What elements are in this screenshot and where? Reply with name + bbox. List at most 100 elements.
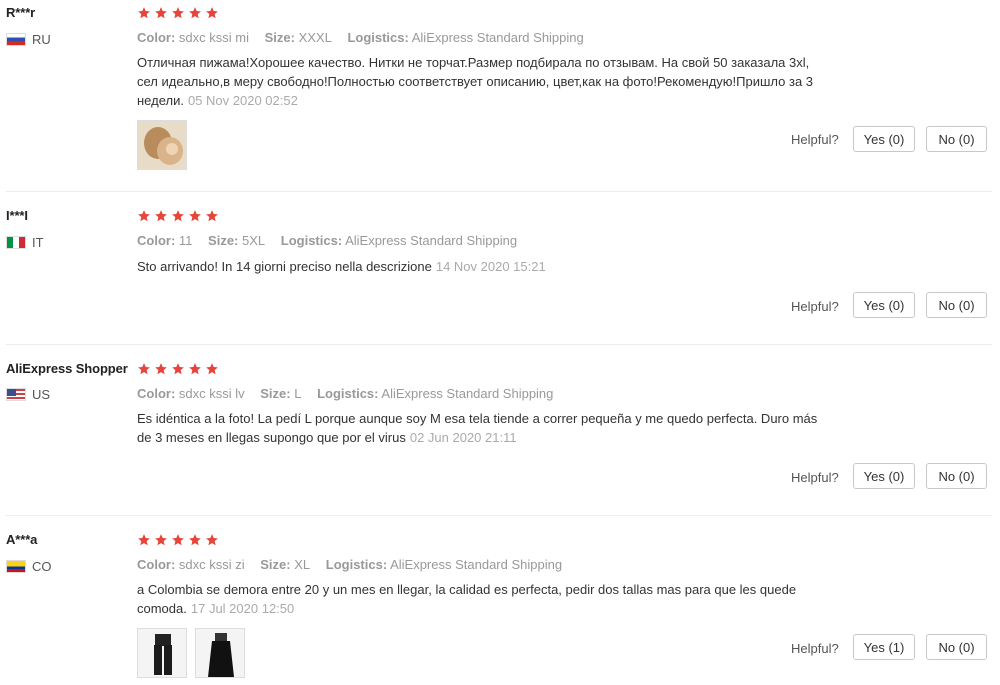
review-text: Es idéntica a la foto! La pedí L porque … [137, 409, 882, 447]
helpful-no-button[interactable]: No (0) [926, 634, 987, 660]
star-icon [172, 363, 184, 375]
star-icon [172, 7, 184, 19]
helpful-yes-button[interactable]: Yes (0) [853, 292, 915, 318]
review-text-line: недели. [137, 93, 184, 108]
review-text-line: a Colombia se demora entre 20 y un mes e… [137, 582, 797, 597]
helpful-label: Helpful? [791, 299, 839, 314]
star-icon [138, 534, 150, 546]
reviewer-name: I***I [6, 208, 28, 223]
star-rating [137, 533, 222, 547]
flag-us-icon [6, 388, 26, 401]
star-rating [137, 6, 222, 20]
star-icon [155, 534, 167, 546]
review-photo-thumbnail[interactable] [137, 120, 187, 170]
review-date: 17 Jul 2020 12:50 [190, 601, 295, 616]
star-icon [206, 210, 218, 222]
review-meta: Color: sdxc kssi lv Size: L Logistics: A… [137, 386, 565, 401]
size-label: Size: [260, 557, 291, 572]
logistics-value: AliExpress Standard Shipping [345, 233, 518, 248]
review-text: Отличная пижама!Хорошее качество. Нитки … [137, 53, 882, 110]
reviewer-name: AliExpress Shopper [6, 361, 128, 376]
helpful-label: Helpful? [791, 470, 839, 485]
color-value: sdxc kssi lv [178, 386, 245, 401]
reviewer-name: A***a [6, 532, 38, 547]
review-photo-thumbnail[interactable] [137, 628, 187, 678]
helpful-no-button[interactable]: No (0) [926, 292, 987, 318]
review-text-line: Sto arrivando! In 14 giorni preciso nell… [137, 259, 432, 274]
helpful-label: Helpful? [791, 132, 839, 147]
photo-image [138, 629, 186, 677]
logistics-label: Logistics: [325, 557, 388, 572]
size-value: XXXL [298, 30, 332, 45]
logistics-label: Logistics: [280, 233, 343, 248]
logistics-label: Logistics: [347, 30, 409, 45]
reviewer-name: R***r [6, 5, 36, 20]
star-icon [189, 7, 201, 19]
size-value: L [294, 386, 302, 401]
logistics-value: AliExpress Standard Shipping [381, 386, 554, 401]
helpful-label: Helpful? [791, 641, 839, 656]
helpful-yes-button[interactable]: Yes (0) [853, 126, 915, 152]
country-code: CO [32, 559, 52, 574]
star-icon [189, 363, 201, 375]
helpful-no-button[interactable]: No (0) [926, 463, 987, 489]
logistics-value: AliExpress Standard Shipping [411, 30, 584, 45]
star-rating [137, 362, 222, 376]
reviewer-country: US [6, 387, 50, 402]
star-icon [206, 534, 218, 546]
review-text: Sto arrivando! In 14 giorni preciso nell… [137, 257, 882, 276]
star-icon [138, 210, 150, 222]
star-icon [155, 363, 167, 375]
star-icon [172, 534, 184, 546]
color-label: Color: [137, 233, 176, 248]
color-label: Color: [137, 557, 176, 572]
flag-ru-icon [6, 33, 26, 46]
helpful-yes-button[interactable]: Yes (1) [853, 634, 915, 660]
country-code: US [32, 387, 51, 402]
star-icon [155, 210, 167, 222]
star-icon [206, 7, 218, 19]
flag-it-icon [6, 236, 26, 249]
review-text-line: comoda. [137, 601, 187, 616]
review-divider [6, 515, 992, 516]
star-icon [138, 7, 150, 19]
size-label: Size: [208, 233, 239, 248]
color-label: Color: [137, 386, 176, 401]
color-value: sdxc kssi zi [178, 557, 245, 572]
flag-co-icon [6, 560, 26, 573]
photo-image [196, 629, 244, 677]
review-date: 02 Jun 2020 21:11 [409, 430, 517, 445]
star-icon [172, 210, 184, 222]
country-code: RU [32, 32, 51, 47]
review-meta: Color: 11 Size: 5XL Logistics: AliExpres… [137, 233, 529, 248]
reviewer-country: IT [6, 235, 44, 250]
star-icon [155, 7, 167, 19]
review-text-line: de 3 meses en llegas supongo que por el … [137, 430, 406, 445]
color-value: 11 [178, 233, 193, 248]
helpful-no-button[interactable]: No (0) [926, 126, 987, 152]
reviewer-country: CO [6, 559, 52, 574]
color-label: Color: [137, 30, 176, 45]
logistics-label: Logistics: [317, 386, 379, 401]
star-icon [189, 534, 201, 546]
helpful-yes-button[interactable]: Yes (0) [853, 463, 915, 489]
review-date: 05 Nov 2020 02:52 [187, 93, 298, 108]
review-text-line: Отличная пижама!Хорошее качество. Нитки … [137, 55, 810, 70]
photo-image [138, 121, 186, 169]
review-meta: Color: sdxc kssi mi Size: XXXL Logistics… [137, 30, 596, 45]
logistics-value: AliExpress Standard Shipping [390, 557, 563, 572]
review-divider [6, 344, 992, 345]
review-photo-thumbnail[interactable] [195, 628, 245, 678]
star-icon [206, 363, 218, 375]
size-value: 5XL [242, 233, 266, 248]
country-code: IT [32, 235, 44, 250]
reviewer-country: RU [6, 32, 51, 47]
review-meta: Color: sdxc kssi zi Size: XL Logistics: … [137, 557, 574, 572]
review-text: a Colombia se demora entre 20 y un mes e… [137, 580, 882, 618]
review-text-line: Es idéntica a la foto! La pedí L porque … [137, 411, 818, 426]
review-date: 14 Nov 2020 15:21 [435, 259, 546, 274]
star-rating [137, 209, 222, 223]
size-label: Size: [260, 386, 291, 401]
star-icon [189, 210, 201, 222]
review-divider [6, 191, 992, 192]
